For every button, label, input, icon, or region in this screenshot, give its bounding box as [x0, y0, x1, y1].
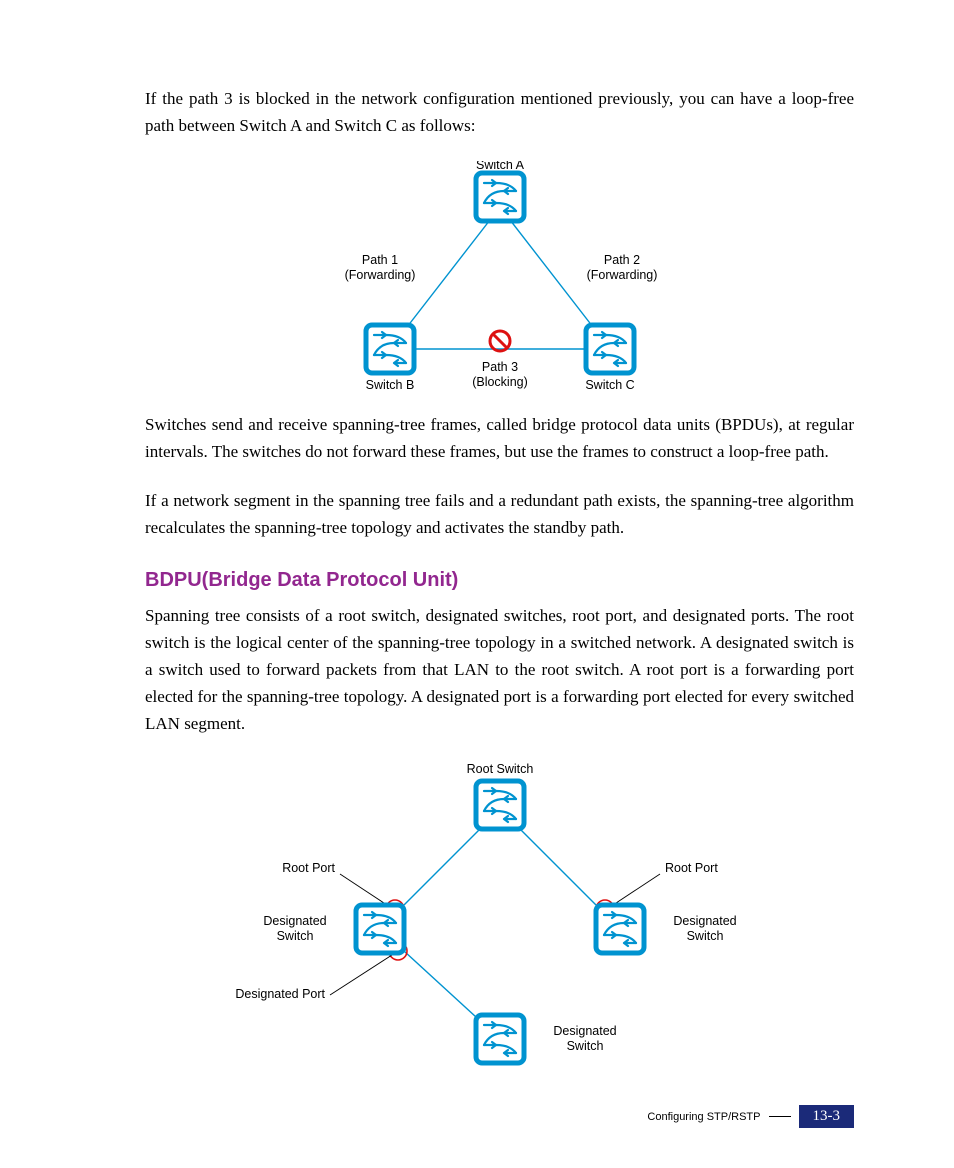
- path1-label-b: (Forwarding): [344, 268, 415, 282]
- switch-b-icon: [366, 325, 414, 373]
- designated-switch-right-label-a: Designated: [673, 914, 736, 928]
- blocking-icon: [490, 331, 510, 351]
- heading-bdpu: BDPU(Bridge Data Protocol Unit): [145, 569, 854, 592]
- switch-b-label: Switch B: [365, 378, 414, 392]
- designated-switch-bottom-icon: [476, 1015, 524, 1063]
- root-switch-label: Root Switch: [466, 762, 533, 776]
- path1-label-a: Path 1: [361, 253, 397, 267]
- designated-switch-bottom-label-a: Designated: [553, 1024, 616, 1038]
- paragraph-4: Spanning tree consists of a root switch,…: [145, 602, 854, 737]
- designated-switch-bottom-label-b: Switch: [566, 1039, 603, 1053]
- paragraph-3: If a network segment in the spanning tre…: [145, 487, 854, 541]
- designated-switch-right-icon: [596, 905, 644, 953]
- page-footer: Configuring STP/RSTP 13-3: [647, 1105, 854, 1128]
- switch-a-icon: [476, 173, 524, 221]
- path3-label-b: (Blocking): [472, 375, 528, 389]
- root-switch-icon: [476, 781, 524, 829]
- body-text-block-2: Switches send and receive spanning-tree …: [145, 411, 854, 541]
- switch-c-icon: [586, 325, 634, 373]
- designated-switch-left-label-a: Designated: [263, 914, 326, 928]
- path2-label-a: Path 2: [603, 253, 639, 267]
- footer-section-label: Configuring STP/RSTP: [647, 1111, 760, 1123]
- paragraph-2: Switches send and receive spanning-tree …: [145, 411, 854, 465]
- switch-c-label: Switch C: [585, 378, 634, 392]
- switch-a-label: Switch A: [476, 161, 525, 172]
- designated-port-label: Designated Port: [235, 987, 325, 1001]
- paragraph-1: If the path 3 is blocked in the network …: [145, 85, 854, 139]
- footer-page-number: 13-3: [799, 1105, 855, 1128]
- designated-switch-left-label-b: Switch: [276, 929, 313, 943]
- path2-label-b: (Forwarding): [586, 268, 657, 282]
- designated-switch-right-label-b: Switch: [686, 929, 723, 943]
- diagram-stp-tree: Root Switch Root Port Root Port Designat…: [190, 759, 810, 1079]
- designated-switch-left-icon: [356, 905, 404, 953]
- page: If the path 3 is blocked in the network …: [0, 0, 954, 1168]
- root-port-left-label: Root Port: [282, 861, 335, 875]
- diagram-stp-triangle: Switch A Switch B Switch C Path 1 (Forwa…: [270, 161, 730, 401]
- root-port-right-label: Root Port: [665, 861, 718, 875]
- body-text-block-3: Spanning tree consists of a root switch,…: [145, 602, 854, 737]
- body-text-block-1: If the path 3 is blocked in the network …: [145, 85, 854, 139]
- footer-rule: [769, 1116, 791, 1117]
- path3-label-a: Path 3: [481, 360, 517, 374]
